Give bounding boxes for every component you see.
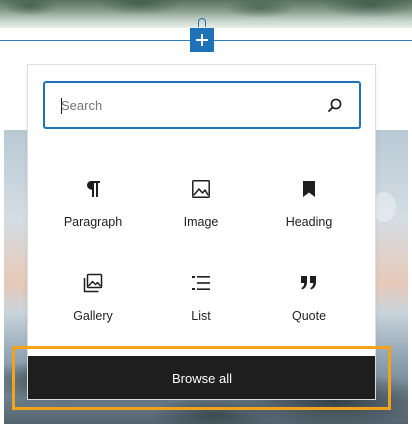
search-field bbox=[43, 81, 361, 129]
block-image[interactable]: Image bbox=[147, 165, 255, 247]
block-label: Heading bbox=[285, 215, 333, 229]
search-icon bbox=[325, 95, 345, 115]
quote-icon bbox=[297, 271, 321, 295]
text-caret bbox=[61, 98, 62, 114]
block-types-grid: Paragraph Image Heading Gallery List Quo… bbox=[39, 165, 363, 341]
block-label: Image bbox=[183, 215, 219, 229]
search-input[interactable] bbox=[45, 83, 325, 127]
block-label: Paragraph bbox=[63, 215, 123, 229]
list-icon bbox=[189, 271, 213, 295]
block-gallery[interactable]: Gallery bbox=[39, 259, 147, 341]
editor-canvas: Paragraph Image Heading bbox=[0, 0, 412, 424]
block-label: Quote bbox=[291, 309, 327, 323]
block-label: List bbox=[191, 309, 211, 323]
image-icon bbox=[189, 177, 213, 201]
block-list[interactable]: List bbox=[147, 259, 255, 341]
paragraph-icon bbox=[81, 177, 105, 201]
heading-icon bbox=[297, 177, 321, 201]
background-image-top bbox=[0, 0, 412, 28]
block-heading[interactable]: Heading bbox=[255, 165, 363, 247]
plus-icon bbox=[194, 32, 210, 48]
gallery-icon bbox=[81, 271, 105, 295]
browse-all-button[interactable]: Browse all bbox=[28, 356, 375, 399]
block-paragraph[interactable]: Paragraph bbox=[39, 165, 147, 247]
block-quote[interactable]: Quote bbox=[255, 259, 363, 341]
block-inserter-toggle[interactable] bbox=[190, 18, 214, 52]
block-inserter-popover: Paragraph Image Heading bbox=[27, 64, 376, 400]
block-label: Gallery bbox=[73, 309, 113, 323]
